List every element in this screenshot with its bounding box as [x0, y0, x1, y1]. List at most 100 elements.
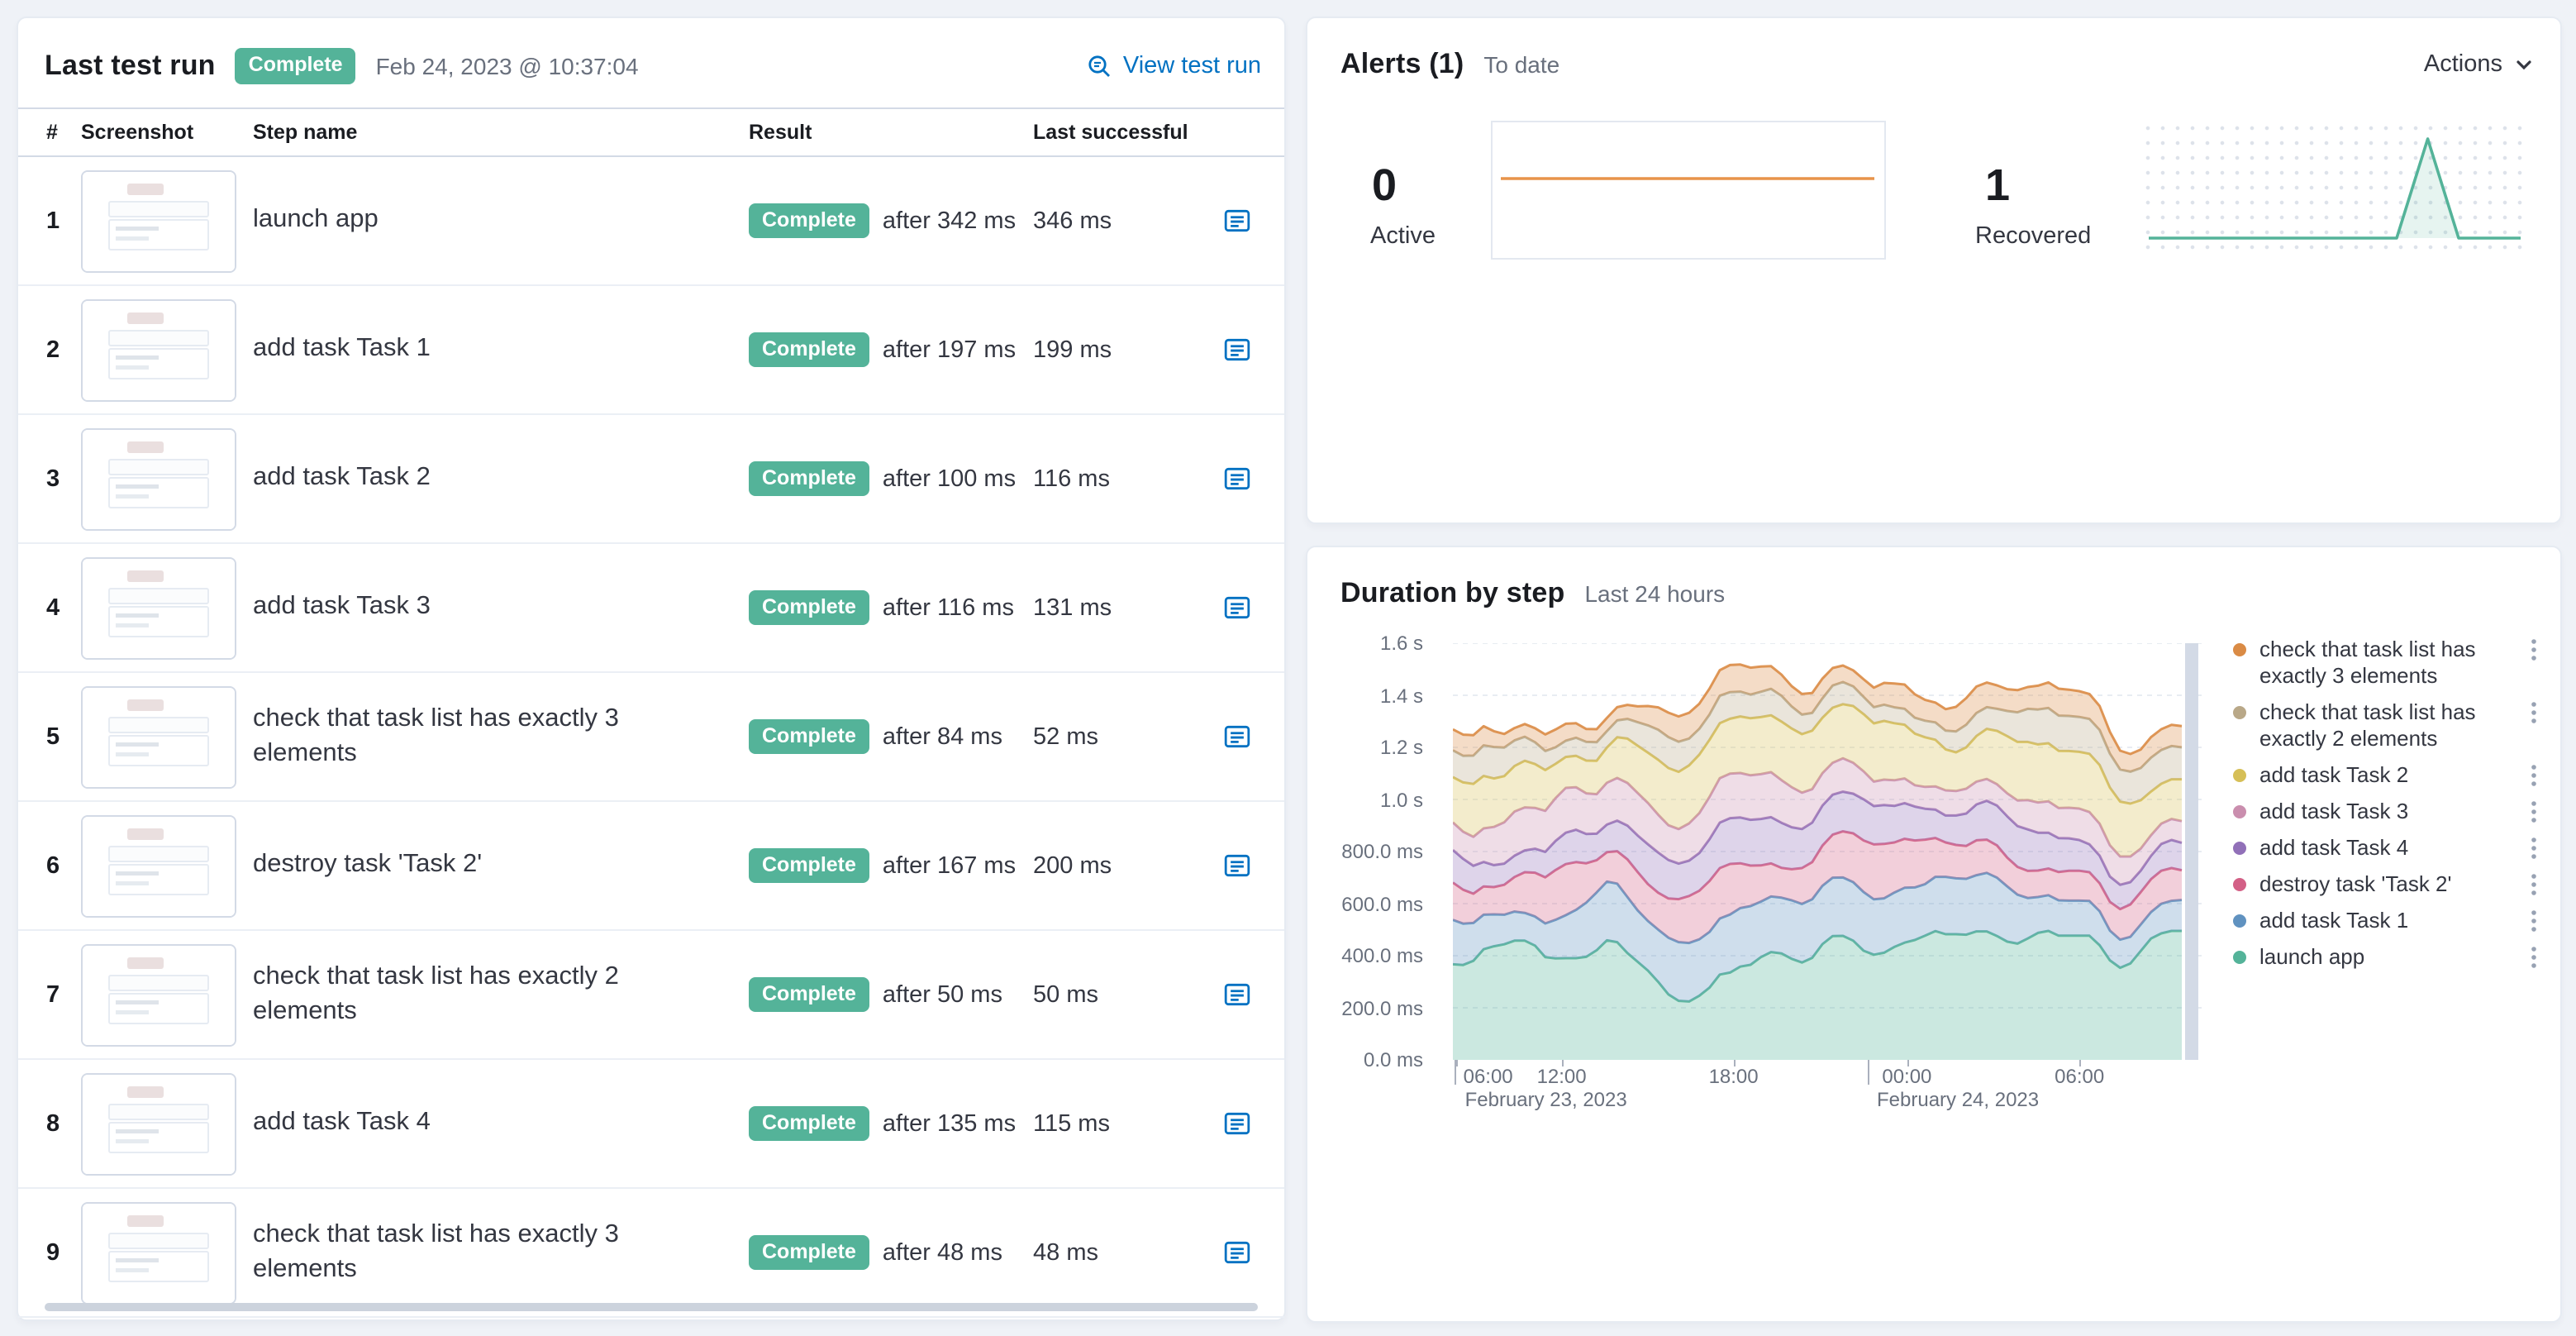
step-result-badge: Complete: [749, 589, 869, 626]
step-duration: after 100 ms: [882, 465, 1017, 492]
legend-options-button[interactable]: [2527, 762, 2540, 789]
step-result-badge: Complete: [749, 976, 869, 1013]
step-name[interactable]: check that task list has exactly 3 eleme…: [253, 702, 749, 771]
legend-options-button[interactable]: [2527, 637, 2540, 663]
step-result-cell: Complete after 50 ms: [749, 976, 1033, 1013]
legend-label: add task Task 3: [2259, 799, 2409, 823]
step-number: 6: [46, 852, 60, 879]
step-detail-button[interactable]: [1220, 332, 1255, 367]
step-name[interactable]: add task Task 2: [253, 461, 749, 496]
step-screenshot-thumbnail[interactable]: [81, 814, 236, 917]
legend-color-dot: [2233, 914, 2246, 928]
horizontal-scrollbar[interactable]: [45, 1303, 1258, 1311]
vertical-dots-icon: [2531, 801, 2536, 823]
step-name[interactable]: add task Task 4: [253, 1106, 749, 1141]
step-screenshot-thumbnail[interactable]: [81, 298, 236, 401]
legend-item[interactable]: check that task list has exactly 2 eleme…: [2233, 699, 2540, 752]
vertical-dots-icon: [2531, 702, 2536, 723]
step-result-badge: Complete: [749, 203, 869, 239]
x-axis-date-label: February 24, 2023: [1877, 1088, 2040, 1111]
step-screenshot-thumbnail[interactable]: [81, 1072, 236, 1175]
y-axis-label: 400.0 ms: [1341, 944, 1423, 967]
duration-y-axis: 1.6 s 1.4 s 1.2 s 1.0 s 800.0 ms 600.0 ms 400.…: [1307, 632, 1440, 1071]
step-detail-button[interactable]: [1220, 1235, 1255, 1270]
table-row: 9 check that task list has exactly 3 ele…: [18, 1189, 1284, 1318]
screenshot-image: [83, 171, 235, 270]
column-header-number: #: [46, 121, 58, 144]
step-result-cell: Complete after 48 ms: [749, 1234, 1033, 1271]
step-screenshot-cell: [81, 814, 253, 917]
step-detail-icon: [1224, 1241, 1250, 1264]
step-name[interactable]: add task Task 1: [253, 332, 749, 367]
step-detail-button[interactable]: [1220, 977, 1255, 1012]
legend-item[interactable]: destroy task 'Task 2': [2233, 871, 2540, 898]
step-name[interactable]: launch app: [253, 203, 749, 238]
step-name[interactable]: check that task list has exactly 3 eleme…: [253, 1218, 749, 1287]
test-run-status-badge: Complete: [235, 48, 356, 84]
step-actions-cell: [1192, 590, 1255, 625]
legend-item[interactable]: add task Task 3: [2233, 799, 2540, 825]
step-result-cell: Complete after 167 ms: [749, 847, 1033, 884]
step-name[interactable]: add task Task 3: [253, 590, 749, 625]
legend-color-dot: [2233, 951, 2246, 964]
step-screenshot-cell: [81, 169, 253, 272]
legend-item[interactable]: add task Task 1: [2233, 908, 2540, 934]
y-axis-label: 0.0 ms: [1363, 1048, 1423, 1071]
table-row: 2 add task Task 1 Complete after 197 ms …: [18, 286, 1284, 415]
screenshot-image: [83, 1074, 235, 1173]
step-result-cell: Complete after 84 ms: [749, 718, 1033, 755]
step-screenshot-thumbnail[interactable]: [81, 169, 236, 272]
column-header-result: Result: [749, 121, 812, 144]
legend-label: destroy task 'Task 2': [2259, 871, 2452, 896]
step-detail-button[interactable]: [1220, 848, 1255, 883]
legend-options-button[interactable]: [2527, 835, 2540, 861]
step-number: 2: [46, 336, 60, 363]
legend-options-button[interactable]: [2527, 944, 2540, 971]
alerts-actions-button[interactable]: Actions: [2424, 51, 2534, 78]
legend-label: add task Task 2: [2259, 762, 2409, 787]
step-detail-icon: [1224, 338, 1250, 361]
step-duration: after 197 ms: [882, 336, 1017, 363]
step-result-badge: Complete: [749, 847, 869, 884]
step-detail-button[interactable]: [1220, 590, 1255, 625]
step-screenshot-thumbnail[interactable]: [81, 556, 236, 659]
step-screenshot-thumbnail[interactable]: [81, 427, 236, 530]
legend-item[interactable]: check that task list has exactly 3 eleme…: [2233, 637, 2540, 689]
column-header-last-successful: Last successful: [1033, 121, 1188, 144]
legend-options-button[interactable]: [2527, 908, 2540, 934]
column-header-screenshot: Screenshot: [81, 121, 194, 144]
step-number: 9: [46, 1239, 60, 1266]
view-test-run-link[interactable]: View test run: [1087, 53, 1261, 79]
legend-label: launch app: [2259, 944, 2365, 969]
step-last-successful: 48 ms: [1033, 1239, 1098, 1266]
step-screenshot-thumbnail[interactable]: [81, 1201, 236, 1304]
step-detail-button[interactable]: [1220, 203, 1255, 238]
step-detail-button[interactable]: [1220, 719, 1255, 754]
legend-item[interactable]: add task Task 4: [2233, 835, 2540, 861]
legend-options-button[interactable]: [2527, 699, 2540, 726]
screenshot-image: [83, 945, 235, 1044]
vertical-dots-icon: [2531, 837, 2536, 859]
alerts-header: Alerts (1) To date Actions: [1340, 48, 2534, 81]
step-number: 5: [46, 723, 60, 750]
step-number: 1: [46, 208, 60, 234]
step-screenshot-thumbnail[interactable]: [81, 685, 236, 788]
legend-options-button[interactable]: [2527, 871, 2540, 898]
step-screenshot-cell: [81, 298, 253, 401]
legend-options-button[interactable]: [2527, 799, 2540, 825]
step-detail-button[interactable]: [1220, 461, 1255, 496]
step-name[interactable]: check that task list has exactly 2 eleme…: [253, 960, 749, 1029]
legend-item[interactable]: launch app: [2233, 944, 2540, 971]
step-screenshot-thumbnail[interactable]: [81, 943, 236, 1046]
y-axis-label: 800.0 ms: [1341, 840, 1423, 863]
step-name[interactable]: destroy task 'Task 2': [253, 848, 749, 883]
table-row: 4 add task Task 3 Complete after 116 ms …: [18, 544, 1284, 673]
legend-item[interactable]: add task Task 2: [2233, 762, 2540, 789]
alerts-actions-label: Actions: [2423, 51, 2502, 78]
duration-chart[interactable]: [1451, 642, 2203, 1060]
vertical-dots-icon: [2531, 947, 2536, 968]
step-detail-button[interactable]: [1220, 1106, 1255, 1141]
vertical-dots-icon: [2531, 910, 2536, 932]
alerts-title: Alerts (1): [1340, 48, 1464, 79]
step-actions-cell: [1192, 1106, 1255, 1141]
